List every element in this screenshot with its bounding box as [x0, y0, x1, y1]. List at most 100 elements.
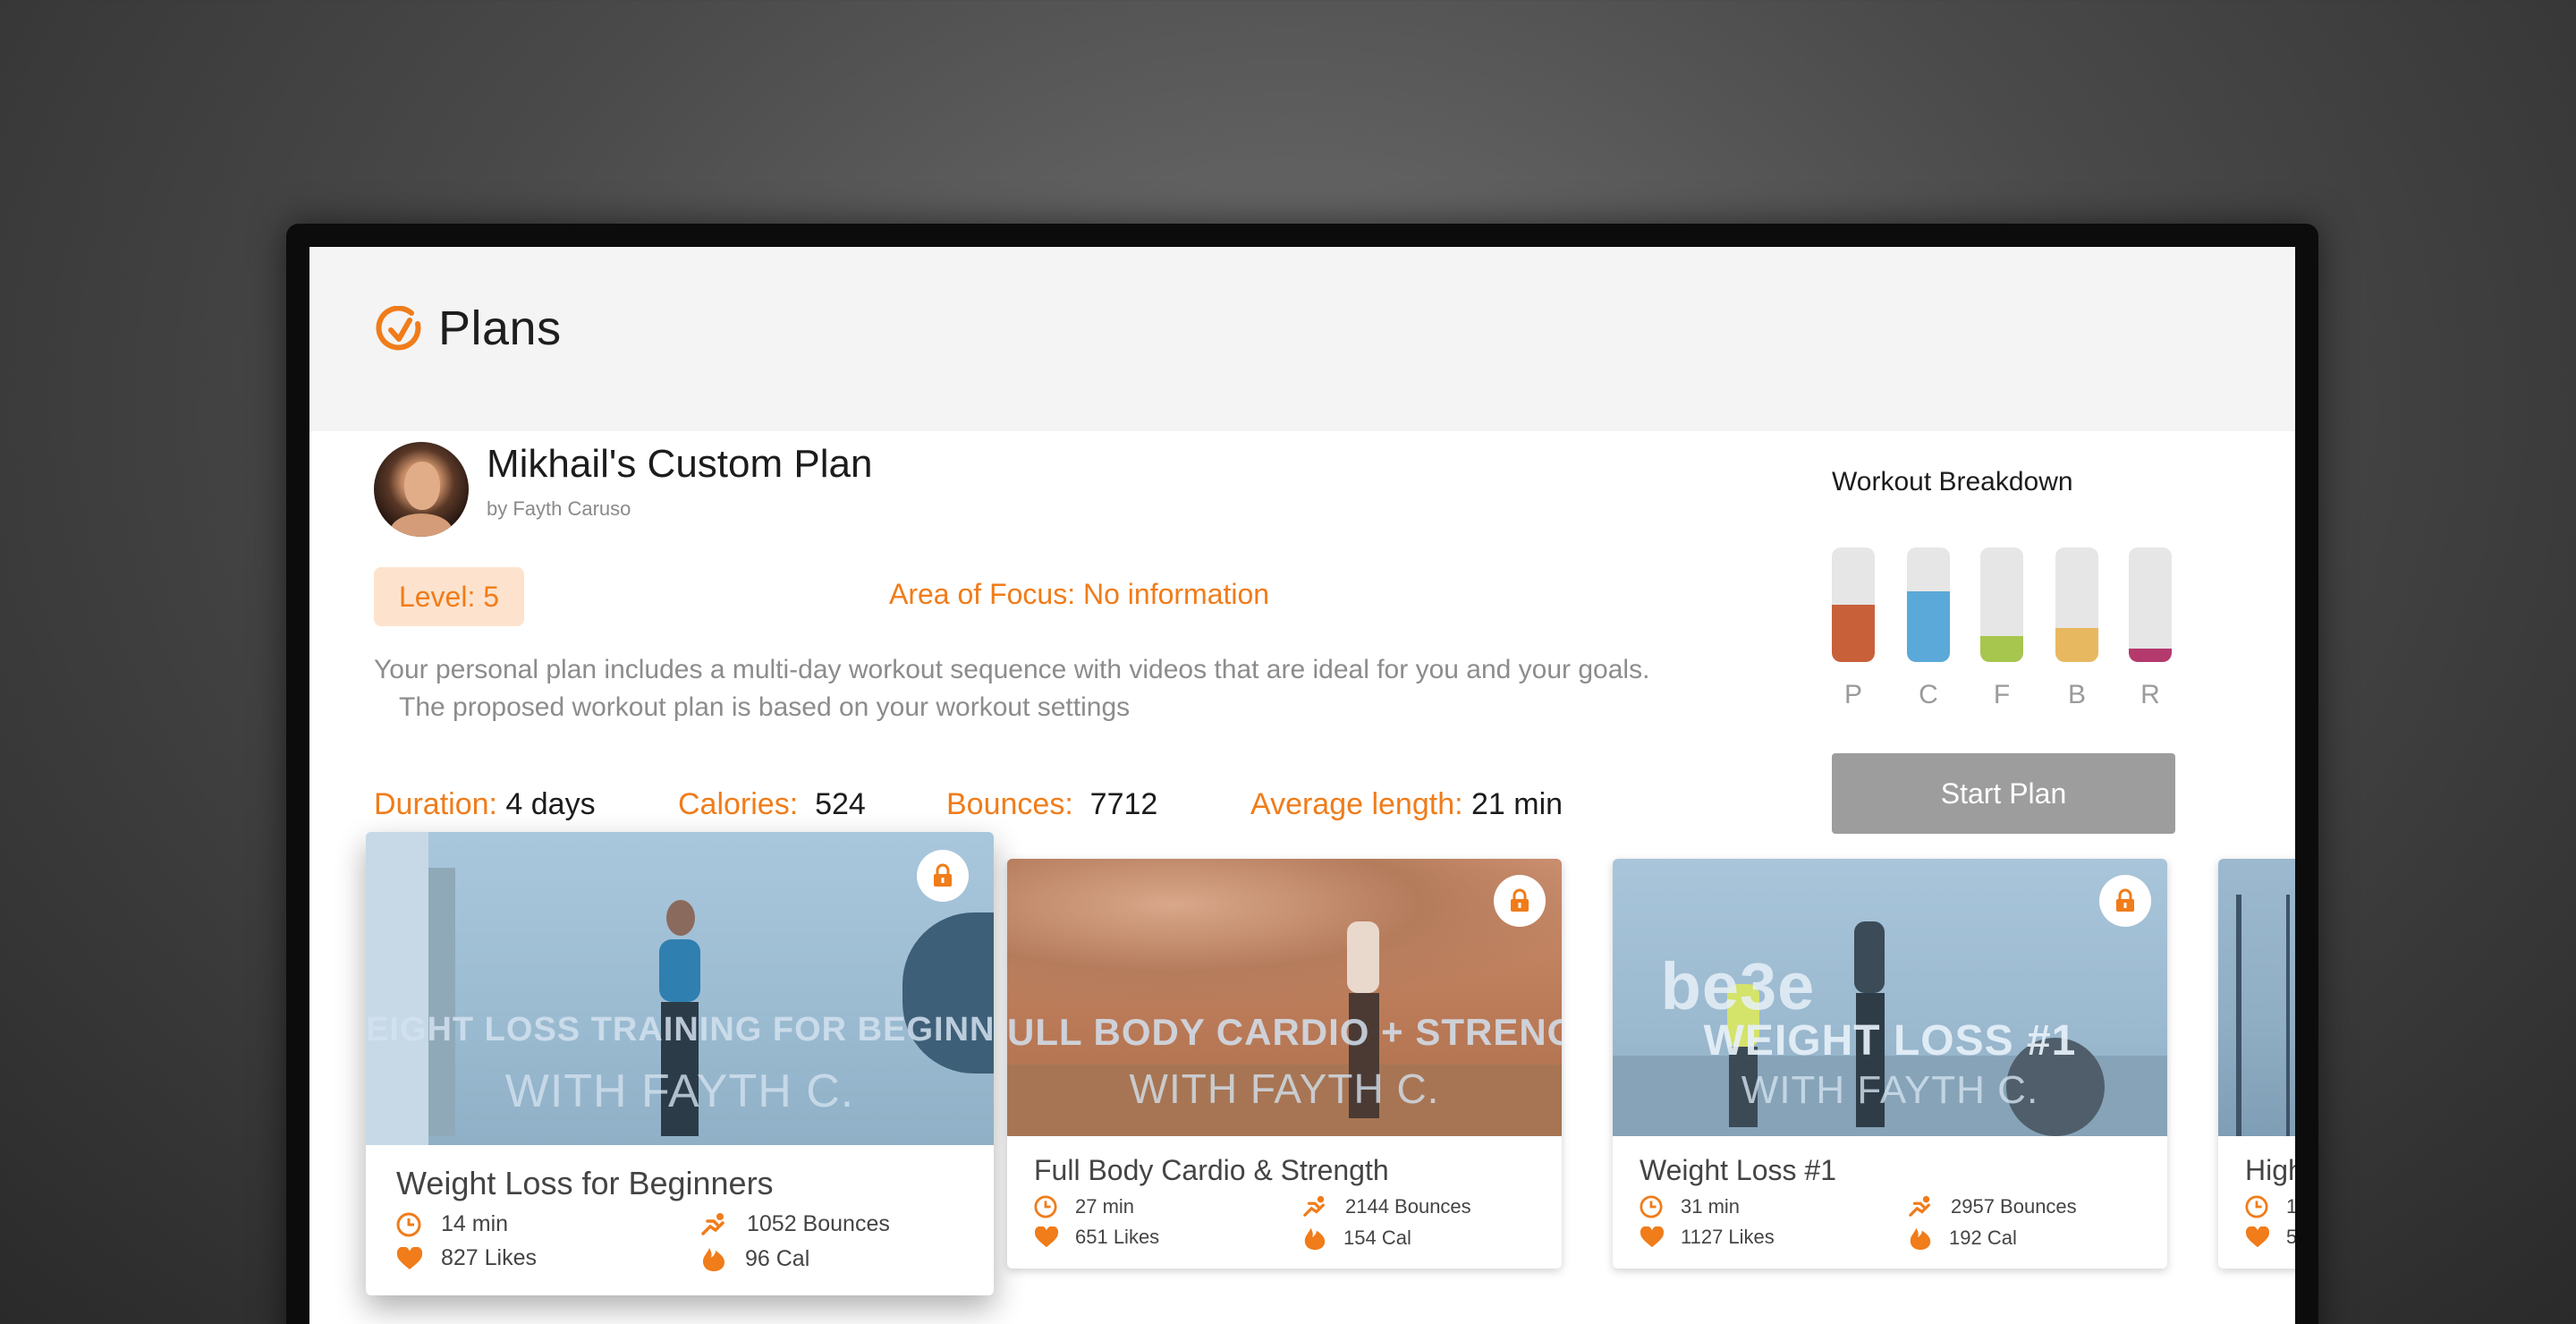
- stat-label: Average length:: [1250, 787, 1463, 821]
- avatar: [374, 442, 469, 537]
- workout-card[interactable]: EIGHT LOSS TRAINING FOR BEGINNE WITH FAY…: [366, 832, 994, 1295]
- heart-icon: [2245, 1226, 2270, 1248]
- stat-bounces: Bounces: 7712: [946, 787, 1157, 822]
- heart-icon: [396, 1246, 423, 1269]
- card-calories-text: 154 Cal: [1343, 1226, 1411, 1249]
- card-bounces-text: 2144 Bounces: [1345, 1195, 1471, 1218]
- card-likes-text: 651 Likes: [1075, 1226, 1160, 1248]
- thumbnail-subtitle: WITH FAYTH C.: [504, 1065, 855, 1117]
- card-calories: 96 Cal: [700, 1245, 809, 1272]
- card-duration-text: 31 min: [1681, 1195, 1741, 1218]
- workout-card[interactable]: High 1 5: [2218, 859, 2295, 1269]
- stat-value: 7712: [1089, 787, 1158, 821]
- stat-label: Bounces:: [946, 787, 1073, 821]
- plan-author: by Fayth Caruso: [487, 497, 631, 520]
- card-duration: 14 min: [396, 1211, 508, 1237]
- card-title: Weight Loss for Beginners: [396, 1165, 774, 1201]
- page-title: Plans: [438, 301, 562, 355]
- card-bounces: 2144 Bounces: [1302, 1195, 1471, 1218]
- card-duration: 27 min: [1034, 1195, 1134, 1218]
- card-likes: 5: [2245, 1226, 2295, 1249]
- card-bounces: 1052 Bounces: [700, 1211, 890, 1237]
- plan-description: Your personal plan includes a multi-day …: [374, 651, 1716, 726]
- description-line: Your personal plan includes a multi-day …: [374, 655, 1650, 684]
- clock-icon: [1640, 1195, 1663, 1218]
- flame-icon: [1910, 1227, 1931, 1251]
- heart-icon: [1640, 1226, 1665, 1248]
- bar-fill: [2129, 648, 2172, 662]
- area-of-focus: Area of Focus: No information: [889, 578, 1270, 610]
- bar-label: B: [2067, 680, 2086, 709]
- workout-thumbnail[interactable]: ULL BODY CARDIO + STRENGT WITH FAYTH C.: [1007, 859, 1562, 1136]
- stat-value: 21 min: [1471, 787, 1563, 821]
- card-duration: 1: [2245, 1195, 2295, 1218]
- stat-label: Calories:: [678, 787, 799, 821]
- card-bounces-text: 1052 Bounces: [747, 1211, 890, 1236]
- workout-card[interactable]: ULL BODY CARDIO + STRENGT WITH FAYTH C. …: [1007, 859, 1562, 1269]
- thumbnail-brand: be3e: [1660, 949, 1816, 1023]
- clock-icon: [396, 1212, 421, 1236]
- card-calories-text: 96 Cal: [745, 1245, 810, 1271]
- bar-fill: [2055, 627, 2098, 662]
- card-duration: 31 min: [1640, 1195, 1740, 1218]
- bar-fill: [1980, 635, 2023, 662]
- level-badge: Level: 5: [374, 567, 524, 626]
- bar-label: C: [1919, 680, 1938, 709]
- card-title: High: [2245, 1154, 2295, 1186]
- card-likes-text: 5: [2286, 1226, 2295, 1248]
- start-plan-button[interactable]: Start Plan: [1832, 753, 2175, 834]
- lock-icon: [2099, 875, 2151, 927]
- stat-average-length: Average length: 21 min: [1250, 787, 1563, 822]
- bar-fill: [1907, 590, 1950, 662]
- plan-title: Mikhail's Custom Plan: [487, 442, 873, 486]
- lock-icon: [1494, 875, 1546, 927]
- stat-label: Duration:: [374, 787, 497, 821]
- flame-icon: [1304, 1227, 1326, 1251]
- card-bounces: 2957 Bounces: [1908, 1195, 2077, 1218]
- workout-card[interactable]: be3e WEIGHT LOSS #1 WITH FAYTH C. Weight…: [1613, 859, 2167, 1269]
- heart-icon: [1034, 1226, 1059, 1248]
- check-circle-icon: [376, 306, 421, 351]
- clock-icon: [2245, 1195, 2268, 1218]
- flame-icon: [703, 1248, 724, 1271]
- card-duration-text: 14 min: [441, 1211, 509, 1236]
- card-calories: 192 Cal: [1908, 1226, 2017, 1251]
- bar-fill: [1832, 605, 1875, 662]
- thumbnail-subtitle: WITH FAYTH C.: [1741, 1068, 2039, 1112]
- bar-label: P: [1843, 680, 1862, 709]
- thumbnail-title: ULL BODY CARDIO + STRENGT: [1007, 1011, 1562, 1053]
- thumbnail-subtitle: WITH FAYTH C.: [1129, 1065, 1440, 1112]
- workout-thumbnail[interactable]: [2218, 859, 2295, 1136]
- card-duration-text: 1: [2286, 1195, 2295, 1218]
- stat-value: 4 days: [505, 787, 596, 821]
- workout-thumbnail[interactable]: EIGHT LOSS TRAINING FOR BEGINNE WITH FAY…: [366, 832, 994, 1145]
- bar-label: R: [2140, 680, 2160, 709]
- thumbnail-title: WEIGHT LOSS #1: [1703, 1017, 2077, 1065]
- card-likes-text: 1127 Likes: [1681, 1226, 1775, 1248]
- card-likes: 1127 Likes: [1640, 1226, 1775, 1249]
- stat-value: 524: [815, 787, 866, 821]
- thumbnail-title: EIGHT LOSS TRAINING FOR BEGINNE: [366, 1011, 994, 1048]
- card-duration-text: 27 min: [1075, 1195, 1135, 1218]
- card-likes: 827 Likes: [396, 1245, 537, 1271]
- card-bounces-text: 2957 Bounces: [1951, 1195, 2077, 1218]
- header-bar: Plans: [309, 247, 2295, 431]
- stat-duration: Duration: 4 days: [374, 787, 596, 822]
- card-calories-text: 192 Cal: [1949, 1226, 2017, 1249]
- stat-calories: Calories: 524: [678, 787, 866, 822]
- card-calories: 154 Cal: [1302, 1226, 1411, 1251]
- app-screen: Plans Mikhail's Custom Plan by Fayth Car…: [309, 247, 2295, 1324]
- card-title: Full Body Cardio & Strength: [1034, 1154, 1389, 1186]
- card-likes-text: 827 Likes: [441, 1245, 538, 1270]
- bounce-icon: [701, 1212, 724, 1235]
- lock-icon: [917, 850, 969, 902]
- bounce-icon: [1909, 1195, 1930, 1217]
- bar-label: F: [1993, 680, 2011, 709]
- card-likes: 651 Likes: [1034, 1226, 1159, 1249]
- card-title: Weight Loss #1: [1640, 1154, 1836, 1186]
- workout-breakdown-title: Workout Breakdown: [1832, 467, 2073, 496]
- workout-thumbnail[interactable]: be3e WEIGHT LOSS #1 WITH FAYTH C.: [1613, 859, 2167, 1136]
- clock-icon: [1034, 1195, 1057, 1218]
- description-line: The proposed workout plan is based on yo…: [399, 692, 1131, 722]
- bounce-icon: [1303, 1195, 1325, 1217]
